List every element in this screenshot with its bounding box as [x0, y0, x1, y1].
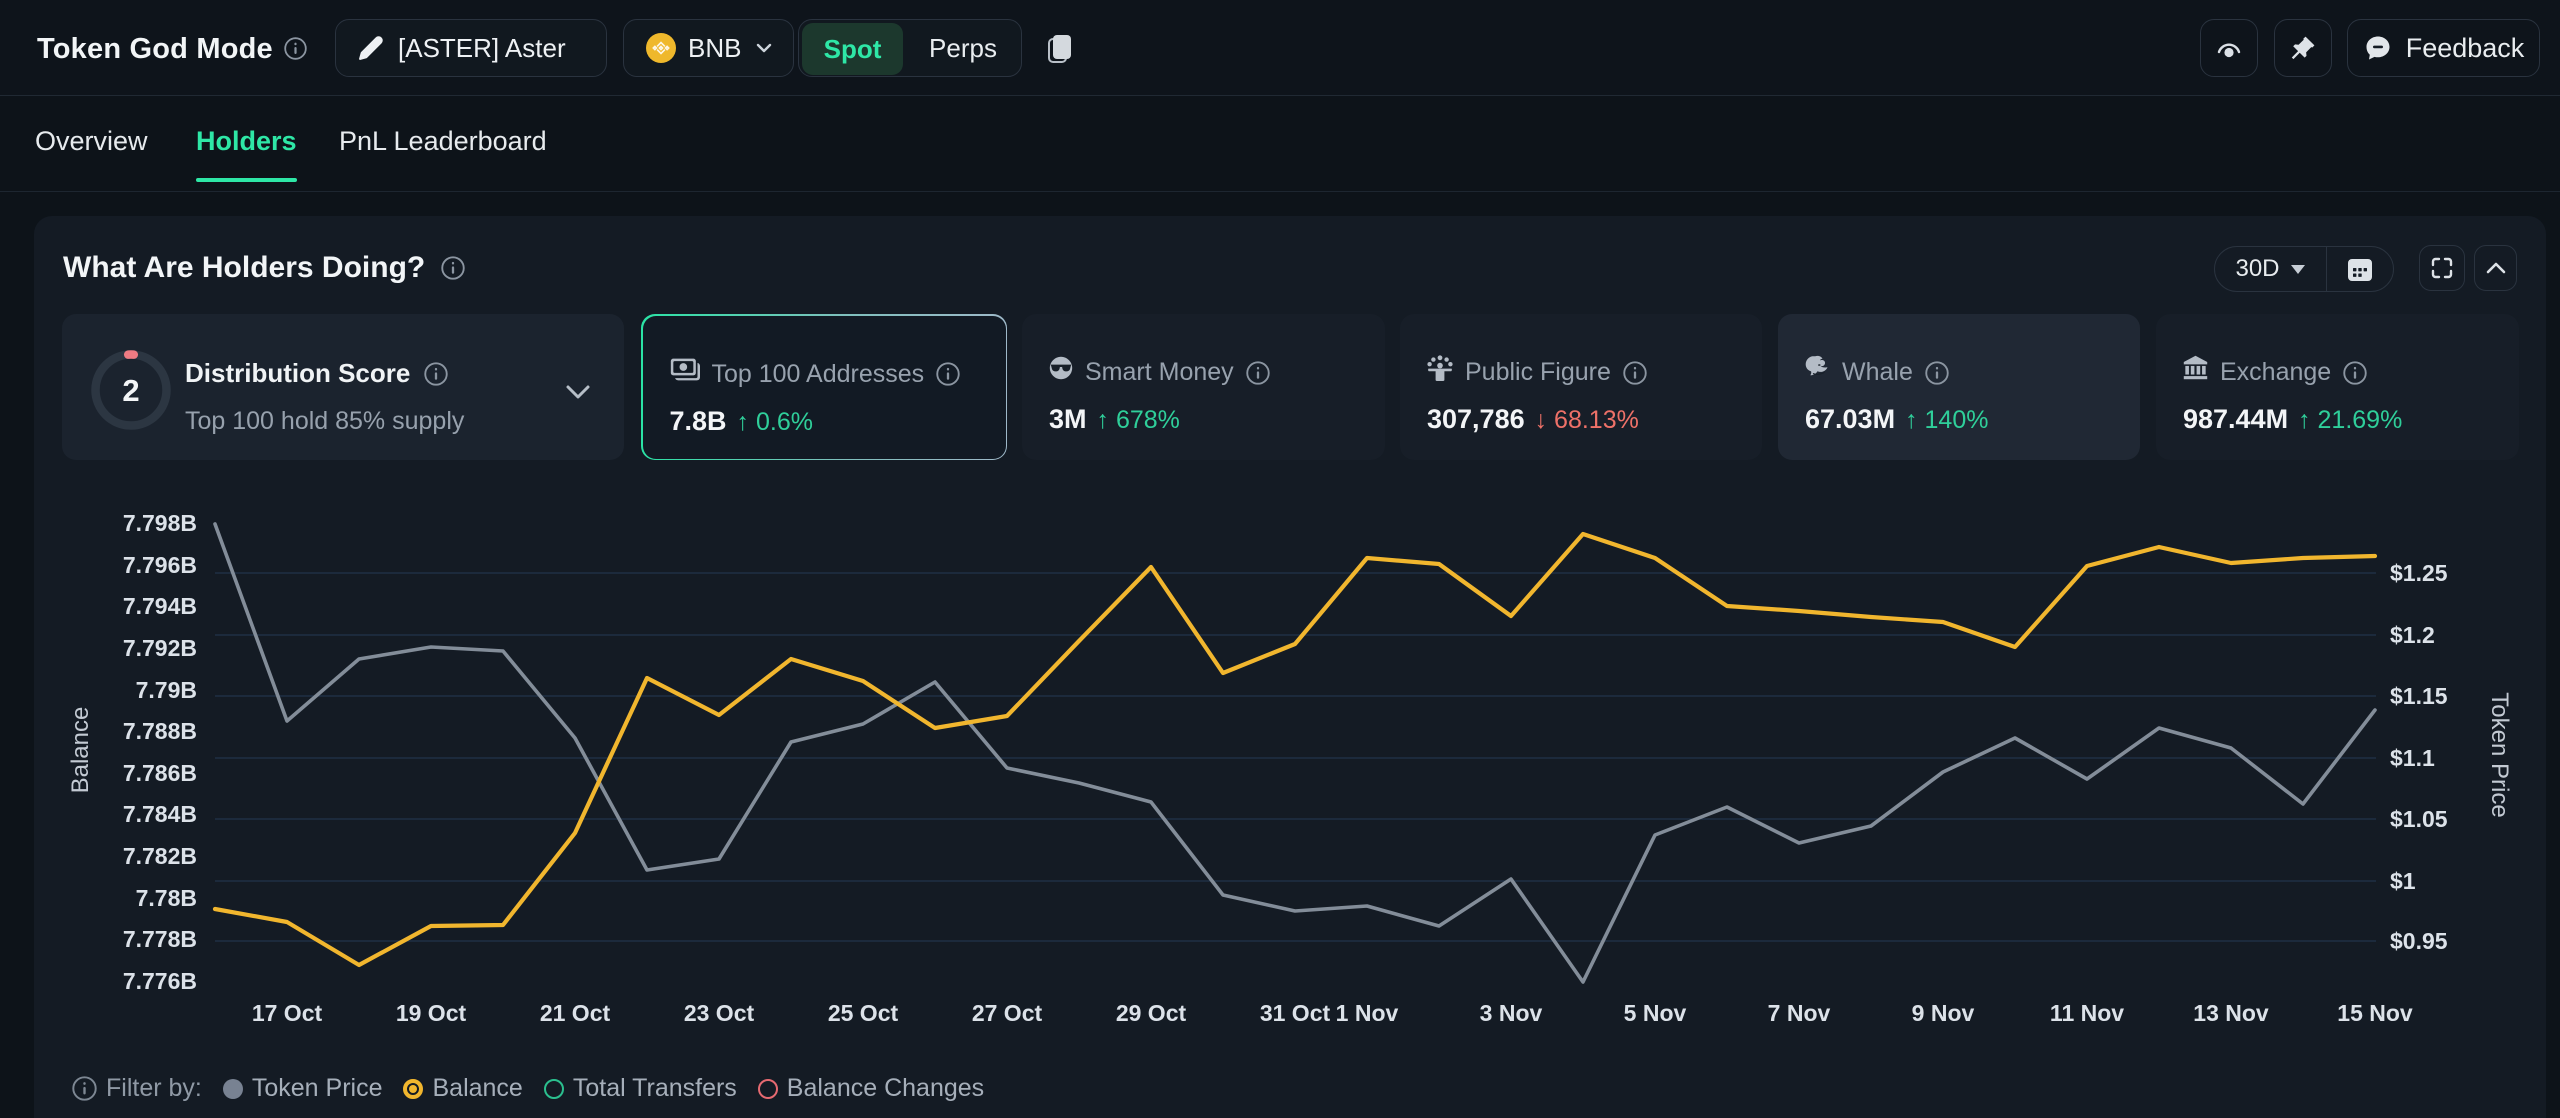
svg-text:7.786B: 7.786B [123, 760, 197, 786]
svg-text:$1.25: $1.25 [2390, 560, 2448, 586]
svg-text:7.778B: 7.778B [123, 926, 197, 952]
svg-text:7.792B: 7.792B [123, 635, 197, 661]
svg-text:7.794B: 7.794B [123, 593, 197, 619]
svg-text:7.784B: 7.784B [123, 801, 197, 827]
svg-text:27 Oct: 27 Oct [972, 1000, 1043, 1026]
svg-text:$1.1: $1.1 [2390, 745, 2435, 771]
svg-text:7.798B: 7.798B [123, 510, 197, 536]
svg-text:19 Oct: 19 Oct [396, 1000, 467, 1026]
svg-text:$1.2: $1.2 [2390, 622, 2435, 648]
svg-text:Balance: Balance [67, 707, 94, 794]
svg-text:21 Oct: 21 Oct [540, 1000, 611, 1026]
svg-text:9 Nov: 9 Nov [1912, 1000, 1975, 1026]
svg-text:1 Nov: 1 Nov [1336, 1000, 1399, 1026]
svg-text:$1.05: $1.05 [2390, 806, 2448, 832]
svg-text:Token Price: Token Price [2486, 692, 2513, 817]
svg-text:$0.95: $0.95 [2390, 928, 2448, 954]
svg-text:13 Nov: 13 Nov [2193, 1000, 2269, 1026]
svg-text:29 Oct: 29 Oct [1116, 1000, 1187, 1026]
svg-text:$1.15: $1.15 [2390, 683, 2448, 709]
svg-text:23 Oct: 23 Oct [684, 1000, 755, 1026]
svg-text:11 Nov: 11 Nov [2050, 1000, 2124, 1026]
svg-text:7.788B: 7.788B [123, 718, 197, 744]
svg-text:7.776B: 7.776B [123, 968, 197, 994]
svg-text:31 Oct: 31 Oct [1260, 1000, 1331, 1026]
svg-text:3 Nov: 3 Nov [1480, 1000, 1543, 1026]
svg-text:7 Nov: 7 Nov [1768, 1000, 1831, 1026]
svg-text:17 Oct: 17 Oct [252, 1000, 323, 1026]
svg-text:7.796B: 7.796B [123, 552, 197, 578]
svg-text:7.78B: 7.78B [136, 885, 197, 911]
svg-text:15 Nov: 15 Nov [2337, 1000, 2413, 1026]
svg-text:$1: $1 [2390, 868, 2416, 894]
svg-text:7.79B: 7.79B [136, 677, 197, 703]
svg-text:7.782B: 7.782B [123, 843, 197, 869]
svg-text:5 Nov: 5 Nov [1624, 1000, 1687, 1026]
svg-text:25 Oct: 25 Oct [828, 1000, 899, 1026]
